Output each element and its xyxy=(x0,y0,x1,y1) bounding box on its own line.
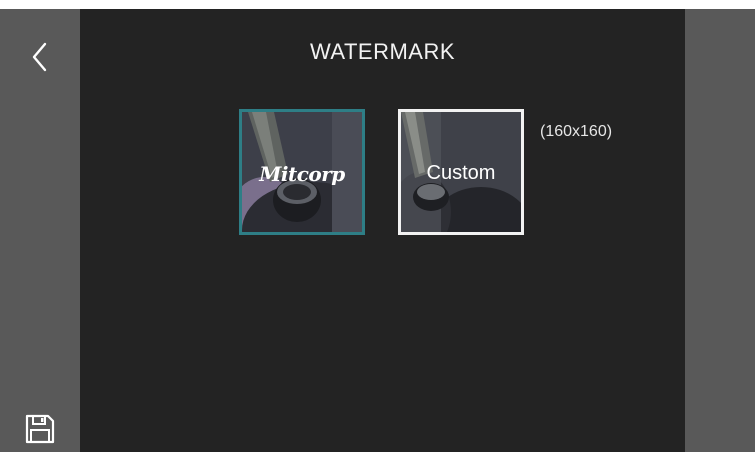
chevron-left-icon xyxy=(32,42,47,72)
watermark-option-mitcorp[interactable]: Mitcorp xyxy=(239,109,365,235)
watermark-label-custom: Custom xyxy=(426,162,496,184)
back-button[interactable] xyxy=(20,37,60,77)
page-title: WATERMARK xyxy=(309,39,456,64)
custom-size-label: (160x160) xyxy=(540,123,613,140)
save-button[interactable] xyxy=(22,411,58,447)
right-sidebar xyxy=(685,9,755,452)
watermark-label-mitcorp: Mitcorp xyxy=(259,162,345,186)
watermark-screen: WATERMARK Mitcorp Custom (160x160) xyxy=(0,9,755,452)
left-sidebar xyxy=(0,9,80,452)
watermark-option-custom[interactable]: Custom xyxy=(398,109,524,235)
floppy-disk-icon xyxy=(25,414,55,444)
